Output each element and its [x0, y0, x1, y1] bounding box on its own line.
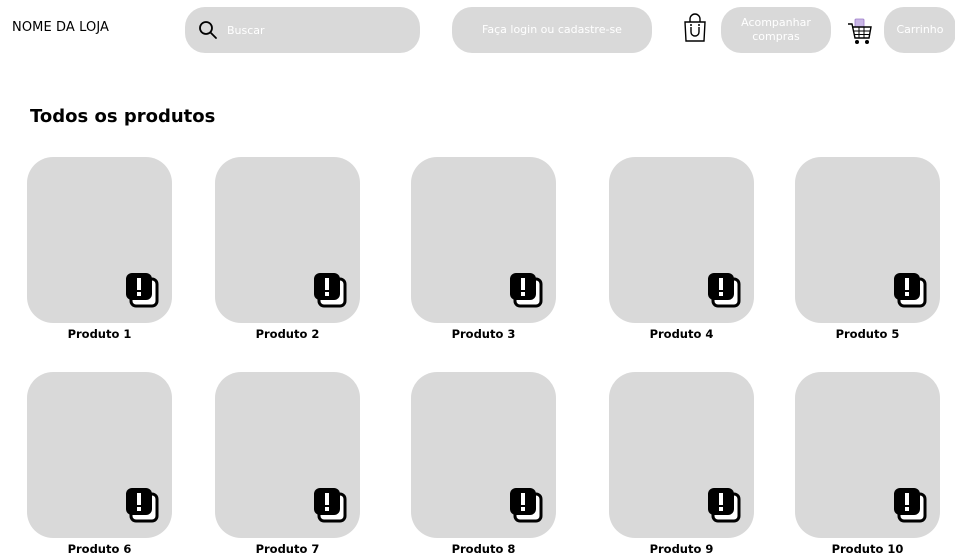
product-name[interactable]: Produto 4 [609, 327, 754, 341]
product-name[interactable]: Produto 10 [795, 542, 940, 556]
product-card[interactable]: Produto 1 [27, 157, 172, 341]
login-button[interactable]: Faça login ou cadastre-se [452, 7, 652, 53]
product-image[interactable] [795, 157, 940, 323]
page: NOME DA LOJA Buscar Faça login ou cadast… [0, 0, 955, 557]
product-name[interactable]: Produto 7 [215, 542, 360, 556]
product-image[interactable] [27, 372, 172, 538]
product-image[interactable] [609, 157, 754, 323]
product-card[interactable]: Produto 3 [411, 157, 556, 341]
product-name[interactable]: Produto 6 [27, 542, 172, 556]
alert-stack-icon [508, 271, 544, 309]
page-title: Todos os produtos [30, 106, 216, 127]
product-card[interactable]: Produto 4 [609, 157, 754, 341]
product-name[interactable]: Produto 1 [27, 327, 172, 341]
product-image[interactable] [795, 372, 940, 538]
search-icon [197, 19, 219, 41]
alert-stack-icon [312, 271, 348, 309]
product-image[interactable] [411, 157, 556, 323]
product-card[interactable]: Produto 5 [795, 157, 940, 341]
track-orders-button[interactable]: Acompanhar compras [721, 7, 831, 53]
product-image[interactable] [215, 372, 360, 538]
alert-stack-icon [706, 486, 742, 524]
product-name[interactable]: Produto 3 [411, 327, 556, 341]
product-image[interactable] [609, 372, 754, 538]
alert-stack-icon [124, 486, 160, 524]
product-name[interactable]: Produto 2 [215, 327, 360, 341]
store-name[interactable]: NOME DA LOJA [12, 20, 109, 35]
alert-stack-icon [124, 271, 160, 309]
product-card[interactable]: Produto 8 [411, 372, 556, 556]
product-image[interactable] [27, 157, 172, 323]
product-card[interactable]: Produto 9 [609, 372, 754, 556]
shopping-bag-icon[interactable] [682, 13, 708, 43]
alert-stack-icon [892, 271, 928, 309]
alert-stack-icon [508, 486, 544, 524]
alert-stack-icon [706, 271, 742, 309]
product-card[interactable]: Produto 6 [27, 372, 172, 556]
product-image[interactable] [215, 157, 360, 323]
product-name[interactable]: Produto 5 [795, 327, 940, 341]
product-image[interactable] [411, 372, 556, 538]
alert-stack-icon [312, 486, 348, 524]
shopping-cart-icon[interactable] [847, 18, 873, 48]
search-bar[interactable]: Buscar [185, 7, 420, 53]
product-card[interactable]: Produto 10 [795, 372, 940, 556]
cart-button[interactable]: Carrinho [884, 7, 955, 53]
product-name[interactable]: Produto 9 [609, 542, 754, 556]
product-card[interactable]: Produto 7 [215, 372, 360, 556]
product-name[interactable]: Produto 8 [411, 542, 556, 556]
search-input[interactable]: Buscar [227, 24, 265, 37]
alert-stack-icon [892, 486, 928, 524]
product-card[interactable]: Produto 2 [215, 157, 360, 341]
